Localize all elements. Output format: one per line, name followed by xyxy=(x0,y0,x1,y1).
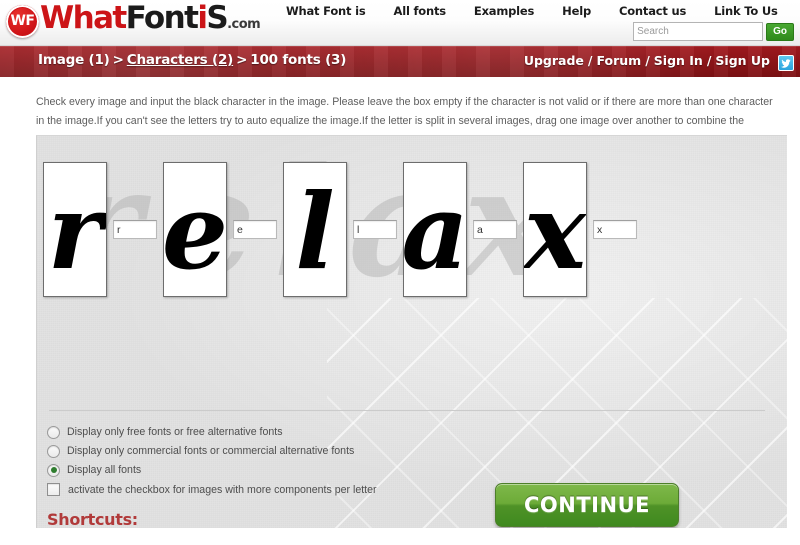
link-forum[interactable]: Forum xyxy=(596,53,641,68)
character-glyph: e xyxy=(163,169,227,293)
link-sign-up[interactable]: Sign Up xyxy=(715,53,770,68)
breadcrumb-separator-1: > xyxy=(112,52,124,68)
logo-wordmark: WhatFontiS.com xyxy=(40,0,261,42)
font-display-options: Display only free fonts or free alternat… xyxy=(47,424,354,481)
radio-icon-selected[interactable] xyxy=(47,463,60,477)
main-navigation: What Font is All fonts Examples Help Con… xyxy=(272,1,800,21)
character-input[interactable] xyxy=(353,220,397,239)
radio-option-all-fonts[interactable]: Display all fonts xyxy=(47,462,354,478)
logo-badge-icon: WF xyxy=(6,4,39,38)
breadcrumb-step-image[interactable]: Image (1) xyxy=(38,52,110,68)
nav-item-contact-us[interactable]: Contact us xyxy=(605,1,700,21)
search-go-button[interactable]: Go xyxy=(766,22,794,41)
nav-item-what-font-is[interactable]: What Font is xyxy=(272,1,380,21)
character-image-card[interactable]: r xyxy=(43,162,107,297)
character-entry-panel: relax r e xyxy=(36,135,787,528)
continue-button[interactable]: CONTINUE xyxy=(495,483,679,527)
radio-label: Display only free fonts or free alternat… xyxy=(67,426,283,438)
multi-component-checkbox-row[interactable]: activate the checkbox for images with mo… xyxy=(47,483,377,496)
nav-item-link-to-us[interactable]: Link To Us xyxy=(700,1,792,21)
shortcuts-title: Shortcuts: xyxy=(47,510,138,528)
radio-option-free-fonts[interactable]: Display only free fonts or free alternat… xyxy=(47,424,354,440)
account-links: Upgrade / Forum / Sign In / Sign Up xyxy=(524,53,770,68)
logo-part-dotcom: .com xyxy=(227,16,261,32)
character-unit-4: a xyxy=(403,162,523,297)
character-glyph: x xyxy=(524,169,587,293)
breadcrumb-step-characters[interactable]: Characters (2) xyxy=(127,52,234,68)
search-input[interactable] xyxy=(633,22,764,41)
character-unit-2: e xyxy=(163,162,283,297)
character-unit-5: x xyxy=(523,162,643,297)
nav-item-all-fonts[interactable]: All fonts xyxy=(380,1,460,21)
site-header: WF WhatFontiS.com What Font is All fonts… xyxy=(0,0,800,46)
account-separator-2: / xyxy=(645,53,650,68)
section-divider xyxy=(49,410,765,411)
breadcrumb: Image (1) > Characters (2) >100 fonts (3) xyxy=(38,52,346,68)
nav-item-help[interactable]: Help xyxy=(548,1,605,21)
twitter-icon[interactable] xyxy=(778,55,794,71)
character-glyph: r xyxy=(47,169,103,293)
character-glyph: l xyxy=(295,169,335,293)
character-unit-1: r xyxy=(43,162,163,297)
page-root: WF WhatFontiS.com What Font is All fonts… xyxy=(0,0,800,545)
continue-button-label: CONTINUE xyxy=(524,493,650,517)
character-input[interactable] xyxy=(113,220,157,239)
logo-part-s: S xyxy=(206,0,228,36)
checkbox-icon[interactable] xyxy=(47,483,60,496)
account-separator-1: / xyxy=(587,53,593,68)
character-strip: r e l a xyxy=(43,162,643,297)
search-area: Go xyxy=(633,22,794,41)
radio-icon[interactable] xyxy=(47,444,60,458)
nav-item-terms[interactable]: Terms xyxy=(792,1,800,21)
character-input[interactable] xyxy=(473,220,517,239)
page-body: Check every image and input the black ch… xyxy=(0,79,800,545)
radio-label: Display all fonts xyxy=(67,464,142,476)
character-input[interactable] xyxy=(593,220,637,239)
breadcrumb-separator-2: > xyxy=(236,52,248,68)
nav-item-examples[interactable]: Examples xyxy=(460,1,548,21)
logo-part-what: What xyxy=(40,0,127,36)
checkbox-label: activate the checkbox for images with mo… xyxy=(68,483,377,496)
link-upgrade[interactable]: Upgrade xyxy=(524,53,584,68)
character-input[interactable] xyxy=(233,220,277,239)
breadcrumb-bar: Image (1) > Characters (2) >100 fonts (3) U… xyxy=(0,46,800,79)
logo-part-font: Font xyxy=(125,0,199,36)
character-image-card[interactable]: x xyxy=(523,162,587,297)
radio-label: Display only commercial fonts or commerc… xyxy=(67,445,355,457)
logo-part-i: i xyxy=(197,0,208,36)
breadcrumb-step-fonts[interactable]: 100 fonts (3) xyxy=(250,52,346,68)
radio-icon[interactable] xyxy=(47,425,60,439)
link-sign-in[interactable]: Sign In xyxy=(654,53,703,68)
character-image-card[interactable]: a xyxy=(403,162,467,297)
account-separator-3: / xyxy=(706,53,712,68)
character-image-card[interactable]: e xyxy=(163,162,227,297)
character-image-card[interactable]: l xyxy=(283,162,347,297)
site-logo[interactable]: WF WhatFontiS.com xyxy=(6,0,261,42)
character-unit-3: l xyxy=(283,162,403,297)
radio-option-commercial-fonts[interactable]: Display only commercial fonts or commerc… xyxy=(47,443,354,459)
shortcuts-section: Shortcuts: ctrl+alt+u - convert letters … xyxy=(47,510,225,528)
character-glyph: a xyxy=(403,169,467,293)
